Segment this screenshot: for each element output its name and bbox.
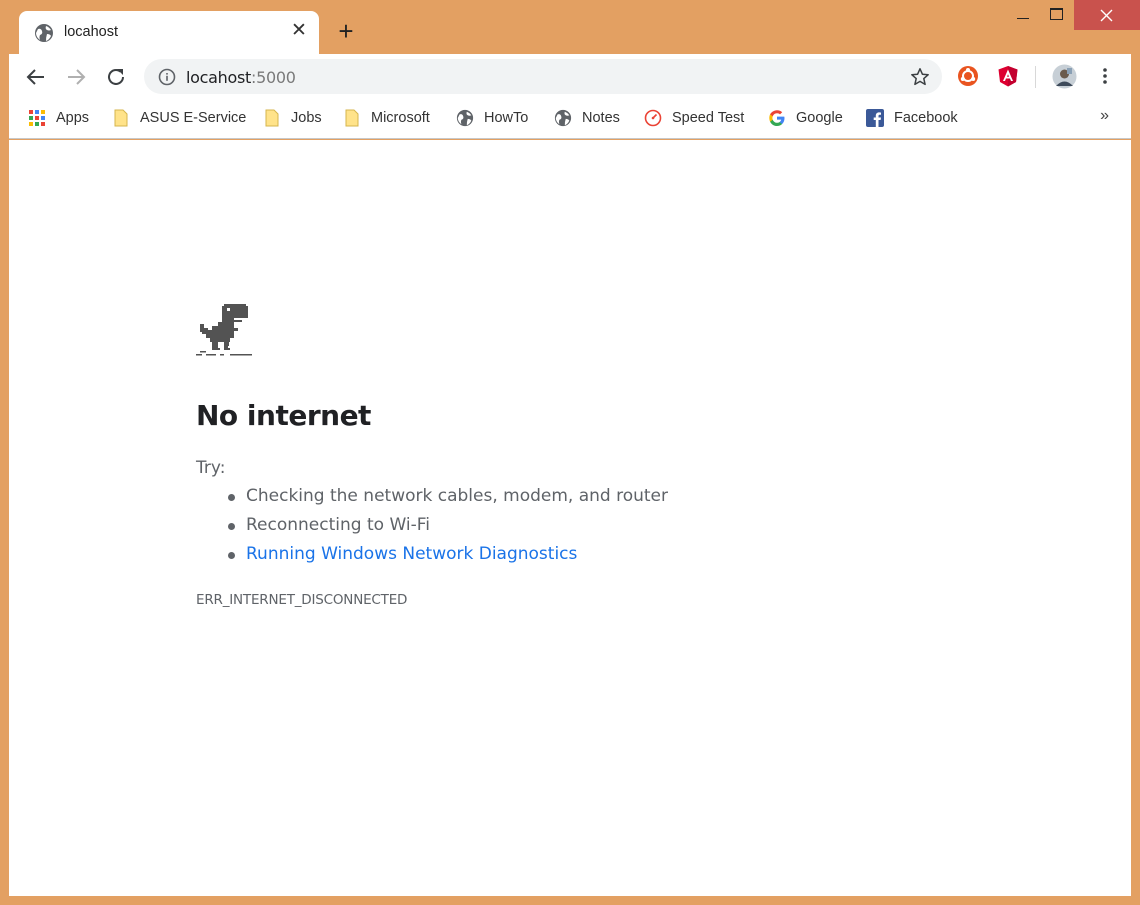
suggestion-text: Reconnecting to Wi-Fi xyxy=(246,515,430,535)
bookmark-label: Jobs xyxy=(291,110,322,126)
offline-dinosaur-icon[interactable] xyxy=(196,302,252,358)
network-diagnostics-link[interactable]: Running Windows Network Diagnostics xyxy=(196,544,668,573)
bookmark-google[interactable]: Google xyxy=(768,107,843,129)
globe-icon xyxy=(456,109,474,127)
error-code: ERR_INTERNET_DISCONNECTED xyxy=(196,592,408,608)
suggestion-text: Checking the network cables, modem, and … xyxy=(246,486,669,506)
folder-icon xyxy=(265,109,279,127)
forward-arrow-icon[interactable] xyxy=(64,65,88,89)
apps-grid-icon xyxy=(29,110,45,126)
page-content: No internet Try: Checking the network ca… xyxy=(9,140,1131,896)
browser-window: locahost ✕ + locahost:5000 Apps ASUS E-S… xyxy=(0,0,1140,905)
tab-title: locahost xyxy=(64,24,119,40)
ubuntu-extension-icon[interactable] xyxy=(957,65,979,87)
minimize-icon xyxy=(1017,18,1029,19)
info-icon[interactable] xyxy=(158,68,176,86)
error-heading: No internet xyxy=(196,399,371,432)
folder-icon xyxy=(345,109,359,127)
try-label: Try: xyxy=(196,458,226,478)
globe-icon xyxy=(554,109,572,127)
suggestion-item: Checking the network cables, modem, and … xyxy=(196,486,668,515)
menu-dots-icon[interactable] xyxy=(1094,65,1116,87)
url-host: locahost xyxy=(186,68,251,87)
bookmark-label: Microsoft xyxy=(371,110,430,126)
browser-tab[interactable]: locahost ✕ xyxy=(19,11,319,54)
window-close-button[interactable] xyxy=(1074,0,1140,30)
bookmark-label: Facebook xyxy=(894,110,958,126)
bookmark-label: Notes xyxy=(582,110,620,126)
bookmark-howto[interactable]: HowTo xyxy=(456,107,528,129)
google-g-icon xyxy=(769,110,785,126)
bullet xyxy=(228,523,235,530)
bookmark-notes[interactable]: Notes xyxy=(554,107,620,129)
address-bar[interactable]: locahost:5000 xyxy=(144,59,942,94)
globe-icon xyxy=(35,24,53,42)
bookmark-label: Speed Test xyxy=(672,110,745,126)
url-text[interactable]: locahost:5000 xyxy=(186,68,296,87)
bookmark-jobs[interactable]: Jobs xyxy=(263,107,322,129)
toolbar-separator xyxy=(1035,66,1036,88)
bookmark-asus-e-service[interactable]: ASUS E-Service xyxy=(112,107,246,129)
reload-icon[interactable] xyxy=(104,65,128,89)
title-bar: locahost ✕ + xyxy=(0,0,1140,54)
toolbar: locahost:5000 xyxy=(9,54,1131,100)
suggestion-item: Reconnecting to Wi-Fi xyxy=(196,515,668,544)
maximize-button[interactable] xyxy=(1033,0,1079,30)
bookmark-facebook[interactable]: Facebook xyxy=(866,107,958,129)
facebook-icon xyxy=(866,109,884,127)
back-arrow-icon[interactable] xyxy=(24,65,48,89)
bookmark-microsoft[interactable]: Microsoft xyxy=(343,107,430,129)
bullet xyxy=(228,552,235,559)
angular-extension-icon[interactable] xyxy=(997,65,1019,87)
new-tab-button[interactable]: + xyxy=(333,18,359,44)
bookmarks-overflow-button[interactable]: » xyxy=(1100,107,1109,125)
suggestion-link-text[interactable]: Running Windows Network Diagnostics xyxy=(246,544,577,564)
bullet xyxy=(228,494,235,501)
bookmark-speed-test[interactable]: Speed Test xyxy=(644,107,744,129)
bookmark-label: HowTo xyxy=(484,110,529,126)
close-icon xyxy=(1100,9,1113,22)
bookmark-label: ASUS E-Service xyxy=(140,110,247,126)
speedometer-icon xyxy=(644,109,662,127)
suggestions-list: Checking the network cables, modem, and … xyxy=(196,486,668,573)
bookmark-label: Google xyxy=(796,110,843,126)
url-port: :5000 xyxy=(250,68,296,87)
profile-avatar[interactable] xyxy=(1052,64,1077,89)
bookmark-apps[interactable]: Apps xyxy=(28,107,89,129)
bookmark-label: Apps xyxy=(56,110,90,126)
tab-close-button[interactable]: ✕ xyxy=(289,21,309,41)
bookmarks-bar: Apps ASUS E-Service Jobs Microsoft HowTo… xyxy=(9,100,1131,139)
maximize-icon xyxy=(1050,8,1063,20)
bookmark-star-icon[interactable] xyxy=(910,67,930,87)
folder-icon xyxy=(114,109,128,127)
